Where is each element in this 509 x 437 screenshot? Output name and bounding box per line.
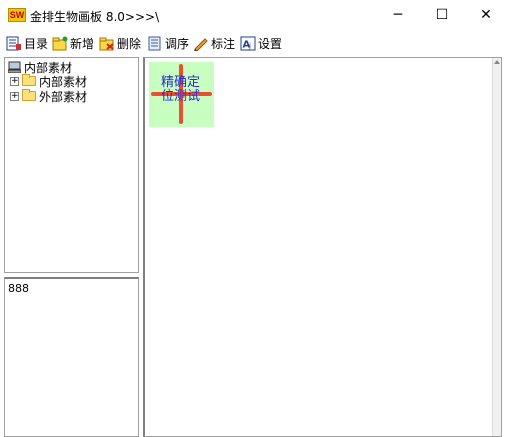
minimize-button[interactable]: ─ xyxy=(375,0,421,30)
scroll-up-arrow-icon[interactable] xyxy=(494,60,500,64)
new-label: 新增 xyxy=(70,36,95,51)
delete-button[interactable]: 删除 xyxy=(99,34,141,52)
value-pane[interactable]: 888 xyxy=(4,277,139,437)
annotate-label: 标注 xyxy=(211,36,236,51)
tree-item-label: 外部素材 xyxy=(39,89,88,104)
vertical-scrollbar[interactable] xyxy=(492,58,501,436)
reorder-label: 调序 xyxy=(165,36,190,51)
folder-icon xyxy=(22,74,36,86)
computer-icon xyxy=(8,61,21,73)
pencil-icon xyxy=(194,37,208,51)
expand-toggle[interactable]: + xyxy=(10,76,19,86)
drawing-canvas[interactable]: 精确定 位测试 xyxy=(143,57,502,437)
tree-item-external[interactable]: + 外部素材 xyxy=(10,89,88,104)
app-icon[interactable]: SW xyxy=(8,8,26,22)
close-button[interactable]: ✕ xyxy=(463,0,509,30)
canvas-item[interactable]: 精确定 位测试 xyxy=(149,62,214,127)
tree-item-internal[interactable]: + 内部素材 xyxy=(10,74,87,89)
window-title: 金排生物画板 8.0>>>\ xyxy=(30,10,160,24)
material-tree[interactable]: 内部素材 + 内部素材 + 外部素材 xyxy=(4,57,139,273)
expand-toggle[interactable]: + xyxy=(10,91,19,101)
folder-icon xyxy=(22,89,36,101)
delete-folder-icon xyxy=(99,37,114,50)
annotate-button[interactable]: 标注 xyxy=(193,34,235,52)
catalog-icon xyxy=(6,36,21,50)
catalog-label: 目录 xyxy=(24,36,49,51)
toolbar: 目录 新增 删除 调序 标注 A j 设置 xyxy=(0,30,509,54)
value-text: 888 xyxy=(8,282,29,295)
svg-text:j: j xyxy=(248,42,251,50)
settings-label: 设置 xyxy=(258,36,283,51)
reorder-button[interactable]: 调序 xyxy=(147,34,189,52)
canvas-item-text: 精确定 位测试 xyxy=(161,75,201,104)
title-bar: SW 金排生物画板 8.0>>>\ ─ ☐ ✕ xyxy=(0,0,509,30)
catalog-button[interactable]: 目录 xyxy=(6,34,48,52)
new-folder-icon xyxy=(52,36,68,50)
reorder-icon xyxy=(148,36,161,50)
maximize-button[interactable]: ☐ xyxy=(419,0,465,30)
delete-label: 删除 xyxy=(117,36,142,51)
settings-icon: A j xyxy=(240,36,256,50)
new-button[interactable]: 新增 xyxy=(52,34,94,52)
settings-button[interactable]: A j 设置 xyxy=(240,34,282,52)
